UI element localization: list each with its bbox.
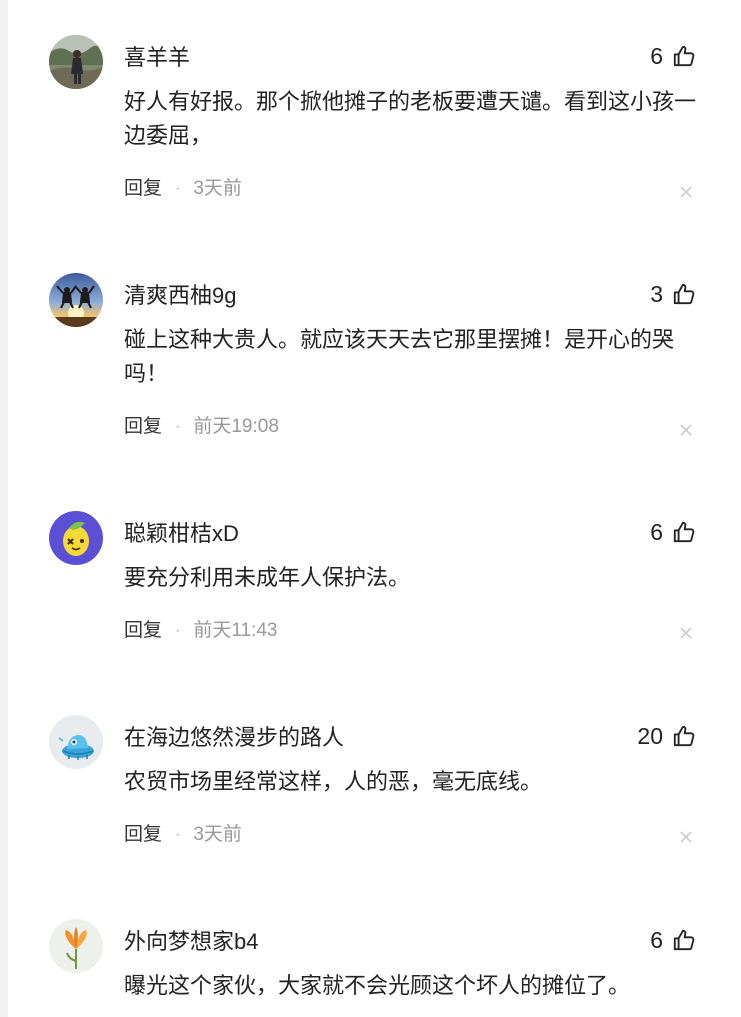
comment-meta: 回复 · 3天前 bbox=[124, 822, 242, 848]
comment-time: 前天11:43 bbox=[193, 620, 278, 641]
lemon-cartoon-avatar-image bbox=[49, 511, 103, 565]
reply-button[interactable]: 回复 bbox=[124, 176, 162, 202]
avatar[interactable] bbox=[49, 715, 103, 769]
like-count: 6 bbox=[650, 927, 663, 953]
like-control[interactable]: 3 bbox=[650, 279, 697, 309]
thumbs-up-icon[interactable] bbox=[671, 927, 697, 953]
like-control[interactable]: 6 bbox=[650, 925, 697, 955]
left-edge-strip bbox=[0, 0, 8, 1017]
comment-meta: 回复 · 3天前 bbox=[124, 176, 242, 202]
meta-separator: · bbox=[175, 180, 181, 197]
jumping-silhouettes-sunset-avatar-image bbox=[49, 273, 103, 327]
comment-text: 好人有好报。那个掀他摊子的老板要遭天谴。看到这小孩一边委屈， bbox=[124, 89, 697, 148]
close-icon[interactable] bbox=[679, 185, 693, 199]
comment-text: 碰上这种大贵人。就应该天天去它那里摆摊！是开心的哭吗！ bbox=[124, 327, 675, 386]
close-icon[interactable] bbox=[679, 830, 693, 844]
like-count: 3 bbox=[650, 281, 663, 307]
blue-ufo-cartoon-avatar-image bbox=[49, 715, 103, 769]
username[interactable]: 外向梦想家b4 bbox=[124, 927, 258, 957]
person-outdoors-avatar-image bbox=[49, 35, 103, 89]
like-count: 6 bbox=[650, 43, 663, 69]
comment-text: 曝光这个家伙，大家就不会光顾这个坏人的摊位了。 bbox=[124, 973, 631, 998]
like-control[interactable]: 20 bbox=[637, 721, 697, 751]
username[interactable]: 聪颖柑桔xD bbox=[124, 519, 239, 549]
thumbs-up-icon[interactable] bbox=[671, 519, 697, 545]
reply-button[interactable]: 回复 bbox=[124, 822, 162, 848]
meta-separator: · bbox=[175, 826, 181, 843]
close-icon[interactable] bbox=[679, 423, 693, 437]
thumbs-up-icon[interactable] bbox=[671, 723, 697, 749]
meta-separator: · bbox=[175, 418, 181, 435]
reply-button[interactable]: 回复 bbox=[124, 414, 162, 440]
reply-button[interactable]: 回复 bbox=[124, 618, 162, 644]
avatar[interactable] bbox=[49, 919, 103, 973]
avatar[interactable] bbox=[49, 511, 103, 565]
username[interactable]: 喜羊羊 bbox=[124, 43, 190, 73]
like-count: 6 bbox=[650, 519, 663, 545]
comment-text: 要充分利用未成年人保护法。 bbox=[124, 565, 411, 590]
like-count: 20 bbox=[637, 723, 663, 749]
thumbs-up-icon[interactable] bbox=[671, 43, 697, 69]
close-icon[interactable] bbox=[679, 626, 693, 640]
comment-meta: 回复 · 前天11:43 bbox=[124, 618, 277, 644]
comment-time: 3天前 bbox=[193, 824, 242, 845]
comment-meta: 回复 · 前天19:08 bbox=[124, 414, 279, 440]
username[interactable]: 清爽西柚9g bbox=[124, 281, 236, 311]
thumbs-up-icon[interactable] bbox=[671, 281, 697, 307]
comment-time: 3天前 bbox=[193, 178, 242, 199]
username[interactable]: 在海边悠然漫步的路人 bbox=[124, 723, 344, 753]
comment-time: 前天19:08 bbox=[193, 416, 279, 437]
meta-separator: · bbox=[175, 622, 181, 639]
comment-text: 农贸市场里经常这样，人的恶，毫无底线。 bbox=[124, 769, 543, 794]
like-control[interactable]: 6 bbox=[650, 41, 697, 71]
orange-flower-avatar-image bbox=[49, 919, 103, 973]
avatar[interactable] bbox=[49, 273, 103, 327]
like-control[interactable]: 6 bbox=[650, 517, 697, 547]
avatar[interactable] bbox=[49, 35, 103, 89]
